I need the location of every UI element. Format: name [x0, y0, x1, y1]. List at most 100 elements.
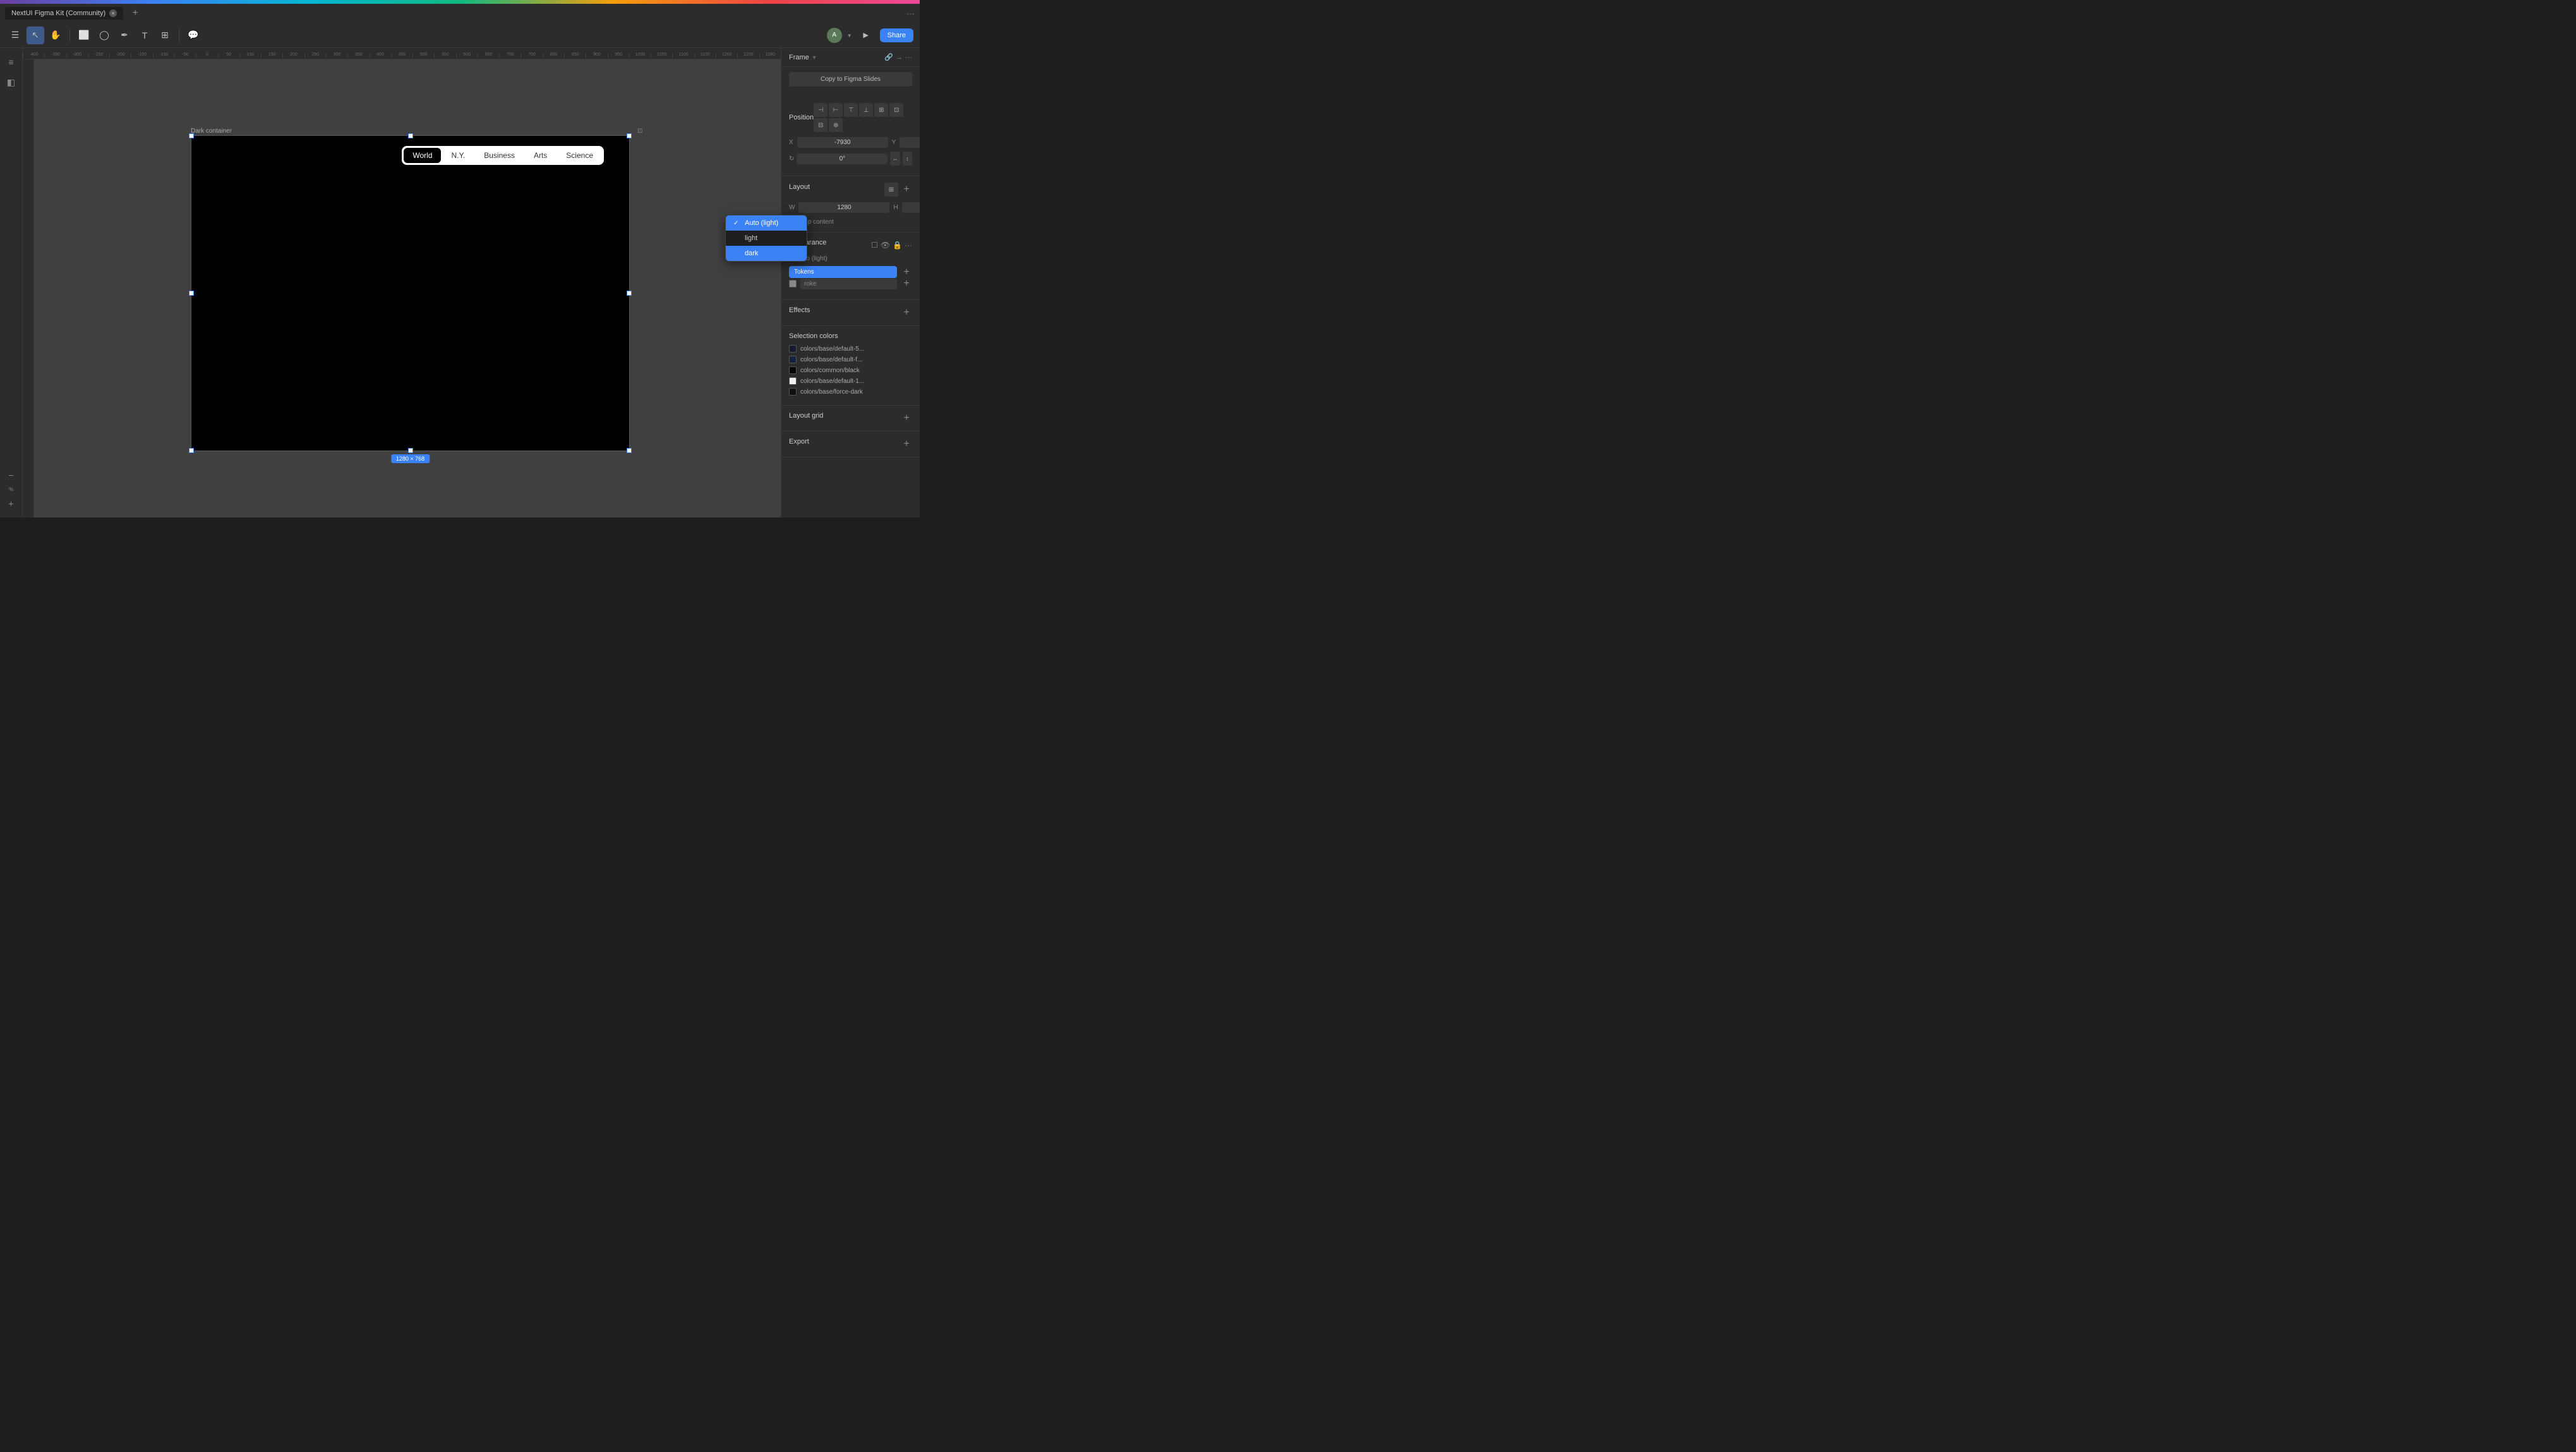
mode-indicator[interactable]: ✓ Auto (light) [789, 255, 912, 262]
corner-handle-br[interactable] [627, 448, 632, 453]
x-label: X [789, 139, 793, 146]
corner-handle-bl[interactable] [189, 448, 194, 453]
lock-icon[interactable]: 🔒 [893, 241, 902, 250]
align-top-icon[interactable]: ⊥ [859, 103, 873, 117]
shape-tool-icon[interactable]: ◯ [95, 27, 113, 44]
handle-mid-top[interactable] [408, 133, 413, 138]
color-swatch-5[interactable] [789, 388, 797, 396]
align-spacing-icon[interactable]: ⊕ [829, 118, 843, 132]
color-name-4: colors/base/default-1... [800, 378, 864, 385]
export-add-button[interactable]: + [901, 439, 912, 450]
more-options-icon[interactable]: ··· [905, 54, 912, 61]
text-tool-icon[interactable]: T [136, 27, 153, 44]
constraint-icon-2[interactable]: ↕ [903, 152, 912, 166]
constraint-icon-1[interactable]: ↔ [890, 152, 900, 166]
corner-handle-tr[interactable] [627, 133, 632, 138]
share-button[interactable]: Share [880, 28, 913, 42]
eye-icon[interactable]: 👁 [881, 241, 890, 250]
y-input[interactable] [900, 137, 920, 148]
ruler-mark: 300 [326, 54, 347, 57]
rotation-input[interactable] [797, 154, 888, 164]
w-label: W [789, 204, 795, 211]
align-left-icon[interactable]: ⊣ [814, 103, 828, 117]
ruler-mark: 1250 [737, 54, 759, 57]
stroke-color-swatch[interactable] [789, 280, 797, 287]
play-button[interactable]: ▶ [857, 27, 875, 44]
title-bar: NextUI Figma Kit (Community) × + ··· [0, 4, 920, 23]
layout-add-button[interactable]: + [901, 184, 912, 195]
tab-business[interactable]: Business [475, 148, 524, 163]
dropdown-item-auto[interactable]: ✓ Auto (light) [726, 215, 807, 231]
stroke-input[interactable] [800, 279, 897, 289]
active-tab[interactable]: NextUI Figma Kit (Community) × [5, 7, 123, 20]
color-name-5: colors/base/force-dark [800, 389, 863, 396]
ruler-mark: 1100 [672, 54, 694, 57]
layout-grid-section: Layout grid + [781, 406, 920, 432]
toolbar-right: A ▼ ▶ Share [827, 27, 913, 44]
layout-title-row: Layout ⊞ + [789, 183, 912, 197]
x-input[interactable] [797, 137, 888, 148]
mode-dropdown[interactable]: ✓ Auto (light) light dark [725, 215, 807, 262]
position-section: Position ⊣ ⊢ ⊤ ⊥ ⊞ ⊡ ⊟ ⊕ X Y ↻ ↔ ↕ [781, 97, 920, 176]
align-bottom-icon[interactable]: ⊟ [814, 118, 828, 132]
menu-icon[interactable]: ☰ [6, 27, 24, 44]
handle-mid-bottom[interactable] [408, 448, 413, 453]
canvas[interactable]: -400 -350 -300 -250 -200 -150 -100 -50 0… [23, 48, 781, 517]
handle-mid-right[interactable] [627, 291, 632, 296]
stroke-add-button[interactable]: + [901, 278, 912, 289]
selection-colors-title: Selection colors [789, 332, 912, 340]
forward-icon[interactable]: → [896, 54, 903, 61]
h-input[interactable] [902, 202, 920, 213]
effects-title: Effects [789, 306, 810, 314]
color-swatch-4[interactable] [789, 377, 797, 385]
color-swatch-2[interactable] [789, 356, 797, 363]
align-center-v-icon[interactable]: ⊞ [874, 103, 888, 117]
tokens-input[interactable] [789, 266, 897, 278]
tokens-add-button[interactable]: + [901, 267, 912, 278]
copy-slides-button[interactable]: Copy to Figma Slides [789, 72, 912, 87]
frame-tool-icon[interactable]: ⬜ [75, 27, 93, 44]
more-icon[interactable]: ··· [906, 9, 915, 18]
frame-container[interactable]: 1280 × 768 World N.Y. Business Arts Scie… [191, 135, 630, 451]
color-swatch-1[interactable] [789, 345, 797, 353]
pen-tool-icon[interactable]: ✒ [116, 27, 133, 44]
gradient-bar [0, 0, 920, 4]
hand-icon[interactable]: ✋ [47, 27, 64, 44]
avatar-dropdown[interactable]: ▼ [847, 32, 852, 39]
ruler-marks: -400 -350 -300 -250 -200 -150 -100 -50 0… [23, 48, 781, 59]
tab-world[interactable]: World [404, 148, 441, 163]
tab-arts[interactable]: Arts [525, 148, 556, 163]
w-input[interactable] [798, 202, 889, 213]
ruler-mark: -250 [88, 54, 109, 57]
effects-add-button[interactable]: + [901, 307, 912, 318]
ruler-mark: 500 [412, 54, 434, 57]
resource-icon[interactable]: ⊞ [156, 27, 174, 44]
effects-section: Effects + [781, 300, 920, 326]
link-icon[interactable]: 🔗 [884, 53, 893, 61]
dropdown-item-dark[interactable]: dark [726, 246, 807, 261]
comment-icon[interactable]: 💬 [184, 27, 202, 44]
distribute-icon[interactable]: ⊡ [889, 103, 903, 117]
appearance-more-icon[interactable]: ··· [905, 241, 912, 250]
user-avatar: A [827, 28, 842, 43]
assets-icon[interactable]: ◧ [3, 73, 20, 91]
align-center-h-icon[interactable]: ⊢ [829, 103, 843, 117]
checkbox-icon[interactable]: ☐ [871, 241, 878, 250]
align-right-icon[interactable]: ⊤ [844, 103, 858, 117]
zoom-in-icon[interactable]: + [3, 495, 20, 512]
ruler-mark: 400 [370, 54, 391, 57]
tab-close-button[interactable]: × [109, 9, 117, 17]
tab-science[interactable]: Science [557, 148, 602, 163]
dropdown-item-light[interactable]: light [726, 231, 807, 246]
grid-icon[interactable]: ⊞ [884, 183, 898, 197]
cursor-icon[interactable]: ↖ [27, 27, 44, 44]
add-tab-button[interactable]: + [128, 6, 142, 20]
layout-grid-add-button[interactable]: + [901, 413, 912, 424]
color-row-4: colors/base/default-1... [789, 377, 912, 385]
handle-mid-left[interactable] [189, 291, 194, 296]
zoom-out-icon[interactable]: − [3, 466, 20, 484]
tab-ny[interactable]: N.Y. [442, 148, 474, 163]
color-swatch-3[interactable] [789, 366, 797, 374]
layers-icon[interactable]: ≡ [3, 53, 20, 71]
avatar-chevron: ▼ [847, 33, 852, 39]
